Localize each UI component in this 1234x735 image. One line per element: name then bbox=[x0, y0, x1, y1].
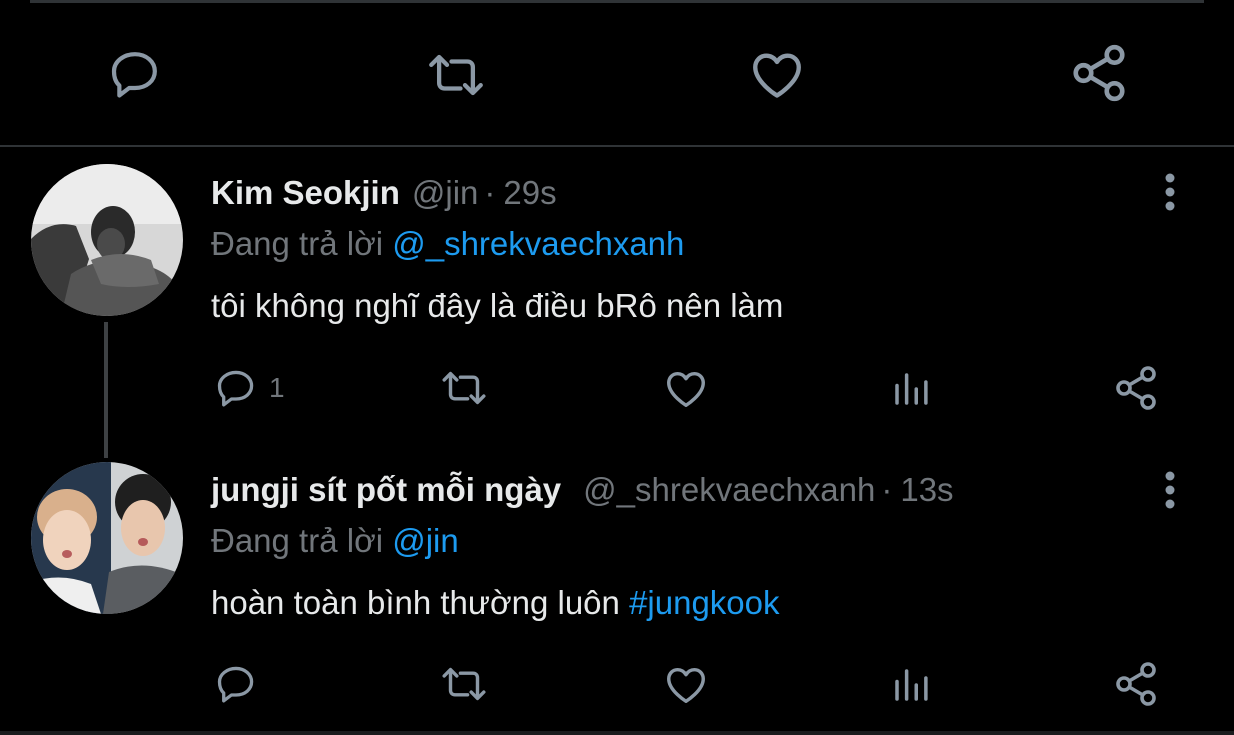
heart-icon bbox=[667, 667, 705, 704]
more-options-button[interactable] bbox=[1150, 168, 1190, 218]
replying-to: Đang trả lời @_shrekvaechxanh bbox=[211, 224, 684, 264]
analytics-icon bbox=[895, 669, 928, 701]
more-vertical-icon bbox=[1165, 173, 1175, 211]
share-icon bbox=[1073, 44, 1125, 102]
retweet-icon bbox=[442, 371, 486, 405]
timestamp[interactable]: 13s bbox=[900, 470, 953, 510]
reply-icon bbox=[217, 370, 254, 407]
reply-icon bbox=[217, 666, 254, 703]
display-name[interactable]: jungji sít pốt mỗi ngày bbox=[211, 470, 561, 510]
separator: · bbox=[881, 471, 893, 508]
tweet-text-content: tôi không nghĩ đây là điều bRô nên làm bbox=[211, 287, 784, 324]
separator: · bbox=[484, 174, 496, 211]
analytics-button[interactable] bbox=[890, 368, 932, 410]
analytics-icon bbox=[895, 373, 928, 405]
retweet-icon bbox=[429, 54, 483, 96]
divider bbox=[0, 145, 1234, 147]
avatar-photo bbox=[31, 462, 183, 614]
reply-icon bbox=[111, 52, 157, 98]
tweet-text: hoàn toàn bình thường luôn #jungkook bbox=[211, 583, 780, 623]
share-icon bbox=[1116, 366, 1156, 410]
retweet-button[interactable] bbox=[437, 366, 491, 410]
hashtag-link[interactable]: #jungkook bbox=[629, 584, 779, 621]
like-button[interactable] bbox=[662, 662, 710, 708]
bottom-divider bbox=[0, 731, 1234, 735]
timestamp[interactable]: 29s bbox=[503, 173, 556, 213]
reply-button[interactable]: 1 bbox=[213, 366, 285, 410]
like-button[interactable] bbox=[746, 46, 808, 104]
share-button[interactable] bbox=[1112, 364, 1160, 412]
parent-tweet-actions bbox=[0, 0, 1234, 146]
avatar[interactable] bbox=[31, 462, 183, 614]
heart-icon bbox=[753, 53, 801, 98]
share-button[interactable] bbox=[1112, 660, 1160, 708]
heart-icon bbox=[667, 371, 705, 408]
replying-to-label: Đang trả lời bbox=[211, 225, 384, 262]
retweet-button[interactable] bbox=[422, 48, 490, 102]
avatar-photo bbox=[31, 164, 183, 316]
reply-button[interactable] bbox=[213, 662, 269, 706]
retweet-icon bbox=[442, 667, 486, 701]
mention-link[interactable]: @jin bbox=[392, 522, 459, 559]
tweet-text: tôi không nghĩ đây là điều bRô nên làm bbox=[211, 286, 783, 326]
replying-to-label: Đang trả lời bbox=[211, 522, 384, 559]
tweet-header: Kim Seokjin @jin · 29s bbox=[211, 173, 557, 213]
reply-button[interactable] bbox=[106, 46, 164, 102]
handle[interactable]: @jin bbox=[412, 173, 479, 213]
share-icon bbox=[1116, 662, 1156, 706]
mention-link[interactable]: @_shrekvaechxanh bbox=[392, 225, 684, 262]
analytics-button[interactable] bbox=[890, 664, 932, 706]
replying-to: Đang trả lời @jin bbox=[211, 521, 459, 561]
like-button[interactable] bbox=[662, 366, 710, 412]
reply-count: 1 bbox=[269, 372, 285, 403]
thread-line bbox=[104, 322, 108, 458]
tweet-text-content: hoàn toàn bình thường luôn bbox=[211, 584, 620, 621]
tweet-header: jungji sít pốt mỗi ngày @_shrekvaechxanh… bbox=[211, 470, 954, 510]
display-name[interactable]: Kim Seokjin bbox=[211, 173, 400, 213]
handle[interactable]: @_shrekvaechxanh bbox=[583, 470, 875, 510]
avatar[interactable] bbox=[31, 164, 183, 316]
retweet-button[interactable] bbox=[437, 662, 491, 706]
more-vertical-icon bbox=[1165, 471, 1175, 509]
more-options-button[interactable] bbox=[1150, 466, 1190, 516]
share-button[interactable] bbox=[1068, 42, 1130, 104]
